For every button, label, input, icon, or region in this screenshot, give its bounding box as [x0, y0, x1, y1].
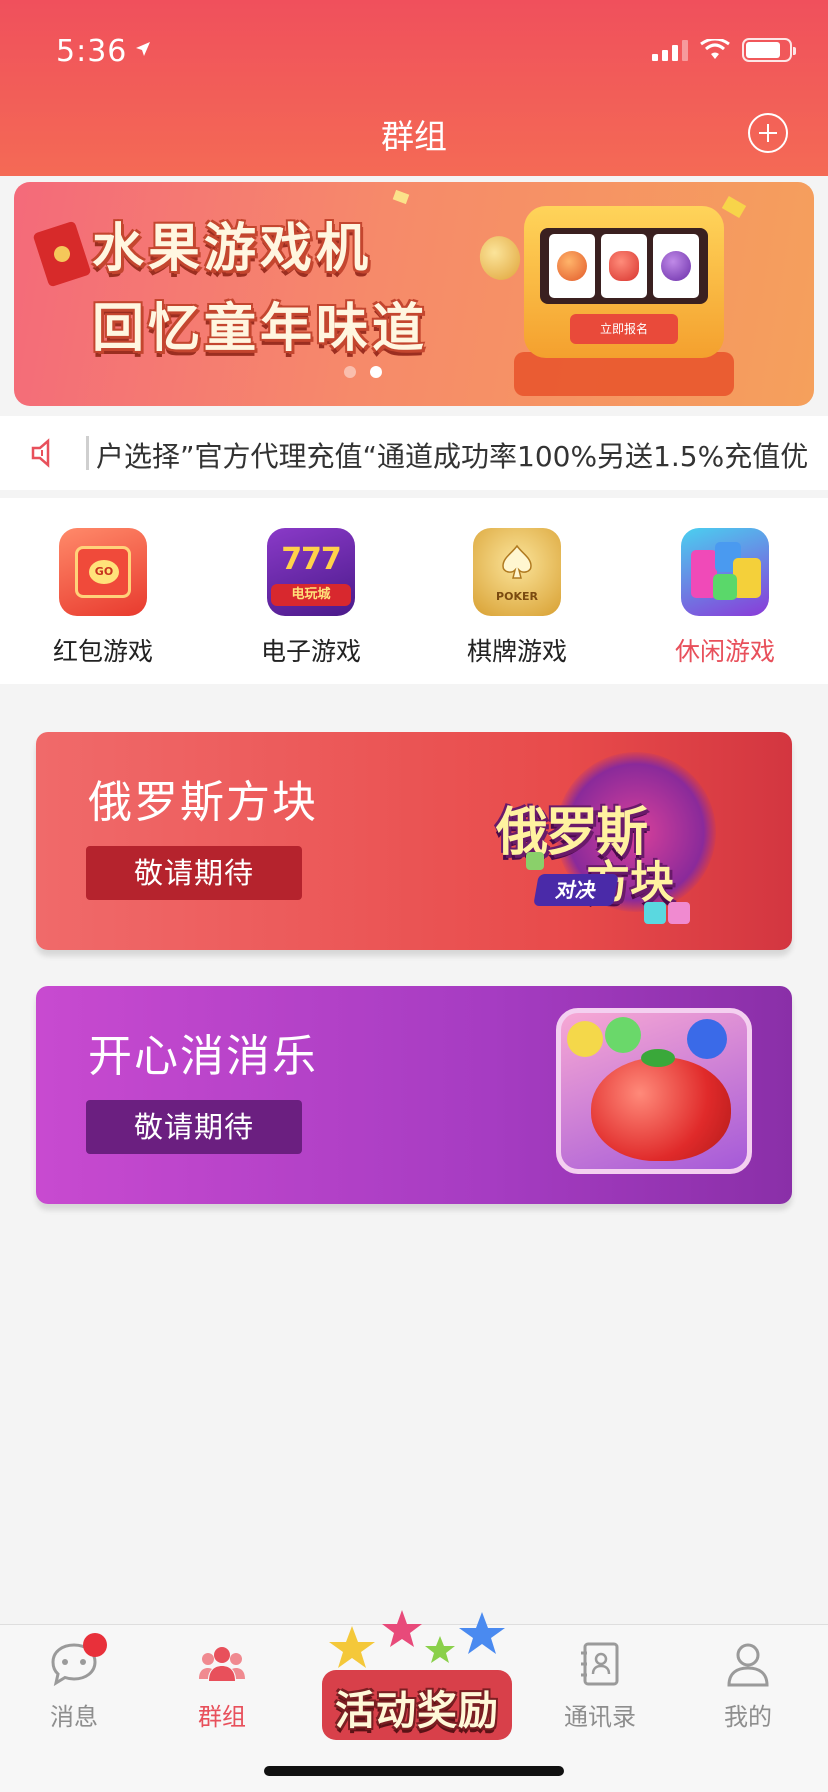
- poker-game-icon: POKER: [473, 528, 561, 616]
- status-time: 5:36: [56, 34, 128, 69]
- status-indicators: [652, 38, 796, 62]
- banner-line-2: 回忆童年味道: [92, 299, 429, 359]
- game-title: 开心消消乐: [88, 1031, 318, 1082]
- tab-me[interactable]: 我的: [688, 1639, 808, 1732]
- slot-777-game-icon: 777 电玩城: [267, 528, 355, 616]
- tab-messages[interactable]: 消息: [14, 1633, 134, 1732]
- coming-soon-button[interactable]: 敬请期待: [86, 846, 302, 900]
- wifi-icon: [700, 39, 730, 59]
- page-title: 群组: [381, 117, 447, 156]
- slot-machine-illustration: 立即报名: [524, 206, 724, 358]
- category-red-envelope[interactable]: GO 红包游戏: [18, 528, 188, 668]
- group-icon: [197, 1639, 247, 1689]
- go-badge: GO: [89, 560, 119, 584]
- slot-signup-label: 立即报名: [570, 314, 678, 344]
- casual-game-icon: [681, 528, 769, 616]
- event-rewards-label: 活动奖励: [335, 1688, 499, 1734]
- game-card-match3[interactable]: 开心消消乐 敬请期待: [36, 986, 792, 1204]
- contacts-icon: [575, 1639, 625, 1689]
- arcade-badge: 电玩城: [271, 584, 351, 606]
- game-categories: GO 红包游戏 777 电玩城 电子游戏 POKER 棋牌游戏 休闲游戏: [0, 498, 828, 684]
- carousel-dot-active[interactable]: [370, 366, 382, 378]
- tab-contacts[interactable]: 通讯录: [540, 1639, 660, 1732]
- category-label: 棋牌游戏: [466, 637, 567, 666]
- app-header: 5:36 群组: [0, 0, 828, 176]
- notice-text: 户选择”官方代理充值“通道成功率100%另送1.5%充值优: [96, 440, 809, 473]
- poker-badge: POKER: [496, 590, 538, 603]
- home-indicator: [264, 1766, 564, 1776]
- unread-badge: [83, 1633, 107, 1657]
- tab-groups[interactable]: 群组: [162, 1639, 282, 1732]
- tetris-game-art: 俄罗斯 方块 对决: [496, 752, 756, 932]
- category-electronic[interactable]: 777 电玩城 电子游戏: [226, 528, 396, 668]
- cellular-signal-icon: [652, 39, 688, 61]
- tab-label: 通讯录: [564, 1703, 636, 1731]
- coin-icon: [474, 231, 526, 285]
- slot-machine-base: [514, 352, 734, 396]
- add-icon[interactable]: [748, 113, 788, 153]
- confetti-decoration: [721, 195, 747, 219]
- notice-marquee[interactable]: 户选择”官方代理充值“通道成功率100%另送1.5%充值优: [0, 416, 828, 490]
- location-arrow-icon: [136, 42, 150, 56]
- category-label: 电子游戏: [260, 637, 361, 666]
- banner-line-1: 水果游戏机: [92, 219, 373, 279]
- category-casual[interactable]: 休闲游戏: [640, 528, 810, 668]
- carousel-dot[interactable]: [344, 366, 356, 378]
- confetti-decoration: [392, 189, 410, 205]
- game-title: 俄罗斯方块: [88, 777, 318, 828]
- coming-soon-button[interactable]: 敬请期待: [86, 1100, 302, 1154]
- promo-banner[interactable]: 水果游戏机 回忆童年味道 立即报名: [14, 182, 814, 406]
- battery-icon: [742, 38, 796, 62]
- tab-label: 消息: [50, 1703, 98, 1731]
- fruit-game-art: [556, 1008, 752, 1174]
- red-envelope-icon: [32, 220, 92, 288]
- game-card-tetris[interactable]: 俄罗斯方块 敬请期待 俄罗斯 方块 对决: [36, 732, 792, 950]
- red-envelope-game-icon: GO: [59, 528, 147, 616]
- person-icon: [723, 1639, 773, 1689]
- tab-label: 群组: [198, 1703, 246, 1731]
- tetris-art-tag: 对决: [533, 874, 619, 906]
- category-chess-cards[interactable]: POKER 棋牌游戏: [432, 528, 602, 668]
- category-label: 休闲游戏: [674, 637, 775, 666]
- event-rewards-button[interactable]: 活动奖励: [312, 1606, 522, 1756]
- tab-label: 我的: [724, 1703, 772, 1731]
- speaker-icon: [31, 438, 50, 468]
- category-label: 红包游戏: [52, 637, 153, 666]
- notice-divider: [86, 436, 89, 470]
- chat-bubble-icon: [49, 1633, 107, 1689]
